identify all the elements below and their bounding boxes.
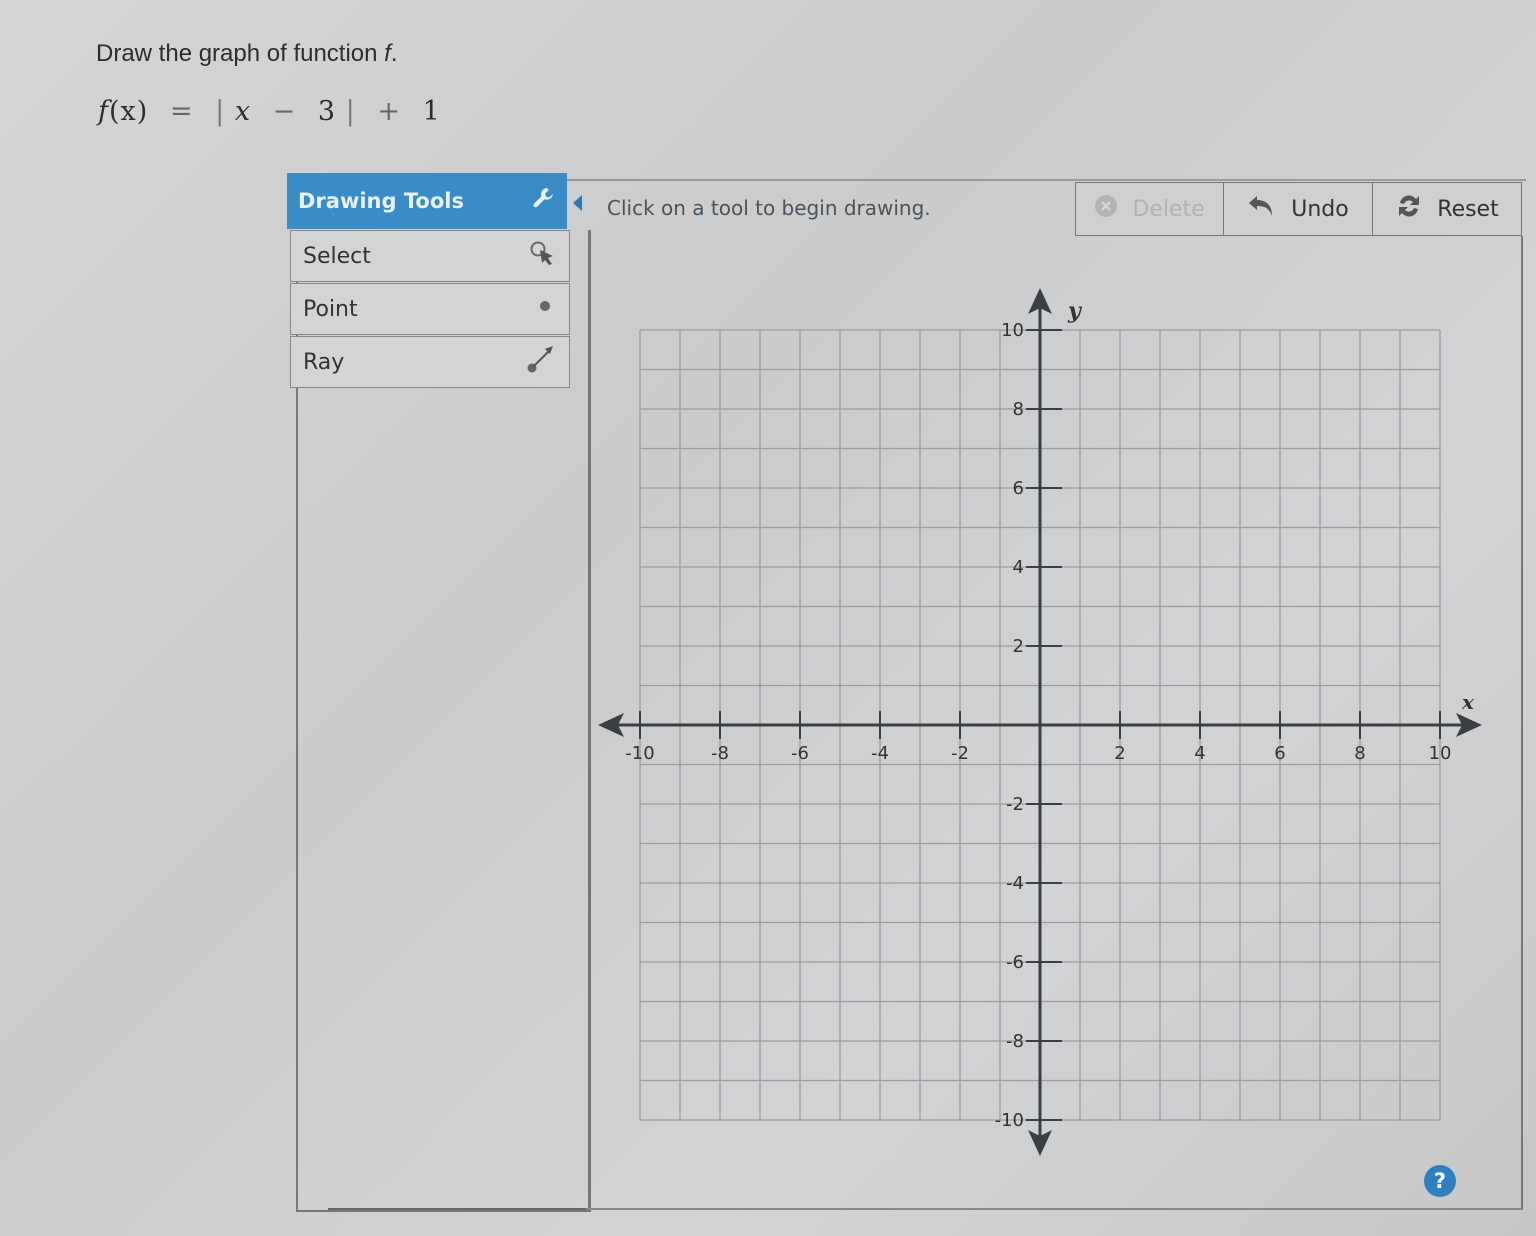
y-tick-label: -8 [1006,1031,1024,1052]
x-axis-label: x [1461,690,1475,714]
x-tick-label: 2 [1114,743,1125,764]
x-tick-label: -10 [625,743,654,764]
x-tick-label: -8 [711,743,729,764]
y-tick-label: 6 [1013,478,1024,499]
y-tick-label: 10 [1001,320,1024,341]
y-tick-label: -6 [1006,952,1024,973]
x-tick-label: 4 [1194,743,1205,764]
y-tick-label: -2 [1006,794,1024,815]
y-axis-label: y [1067,298,1083,324]
y-tick-label: -10 [995,1110,1024,1131]
x-tick-label: 10 [1429,743,1452,764]
coordinate-graph[interactable]: -10 -8 -6 -4 -2 2 4 6 8 10 10 8 6 4 2 -2 -4 -6 -8 -10 x y [0,0,1536,1236]
x-tick-label: -6 [791,743,809,764]
x-tick-label: -2 [951,743,969,764]
help-question-icon: ? [1433,1169,1447,1193]
y-tick-label: 2 [1013,636,1024,657]
y-tick-label: 4 [1013,557,1024,578]
x-tick-label: 6 [1274,743,1285,764]
x-tick-label: -4 [871,743,889,764]
help-button[interactable]: ? [1424,1165,1456,1197]
x-tick-label: 8 [1354,743,1365,764]
y-tick-label: 8 [1013,399,1024,420]
y-tick-label: -4 [1006,873,1024,894]
